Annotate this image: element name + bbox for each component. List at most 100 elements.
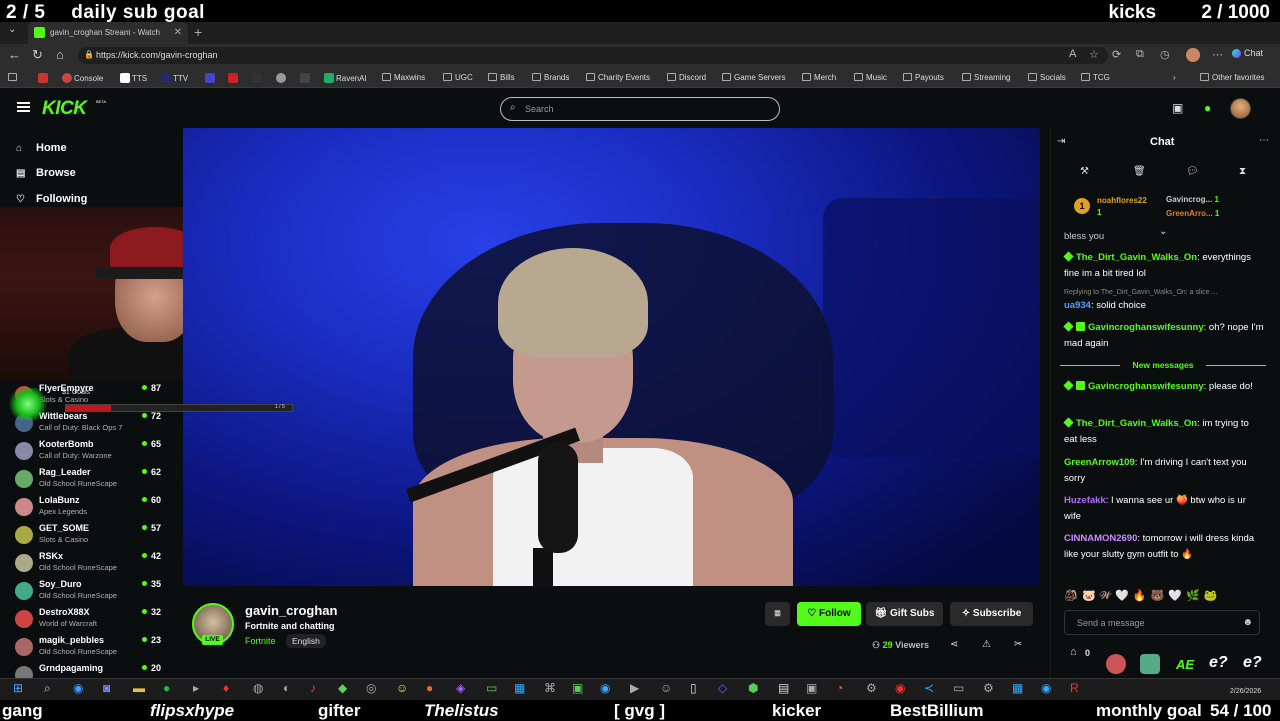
emoji-picker-icon[interactable]: ☻	[1242, 617, 1253, 628]
app-icon[interactable]: ☺	[396, 681, 408, 695]
chat-username[interactable]: CINNAMON2690	[1064, 533, 1137, 544]
chat-settings-icon[interactable]: ⋯	[1259, 135, 1269, 146]
chat-username[interactable]: Huzefakk	[1064, 495, 1106, 506]
app-icon[interactable]: ▣	[572, 681, 583, 695]
trash-icon[interactable]: 🗑︎	[1133, 166, 1146, 177]
clip-icon[interactable]: ✂	[1014, 639, 1022, 650]
new-messages-divider[interactable]: New messages	[1060, 360, 1266, 370]
top-gifter-1[interactable]: noahflores22	[1097, 196, 1147, 205]
browser-tab[interactable]: gavin_croghan Stream - Watch ✕	[28, 22, 188, 44]
terminal-icon[interactable]: ▭	[953, 681, 964, 695]
bookmark-screen-icon[interactable]	[8, 73, 20, 82]
stream-category-link[interactable]: Fortnite	[245, 636, 276, 646]
bookmark-game[interactable]	[252, 73, 264, 83]
bookmark-console[interactable]: Console	[62, 73, 103, 83]
profile-avatar[interactable]	[1186, 48, 1200, 62]
bookmark-other-favorites[interactable]: Other favorites	[1200, 73, 1264, 82]
sidebar-item-home[interactable]: ⌂ Home	[16, 142, 67, 154]
app-icon[interactable]: ◐	[283, 681, 290, 695]
chat-username[interactable]: Gavincroghanswifesunny	[1088, 322, 1204, 333]
app-icon[interactable]: ⬢	[748, 681, 758, 695]
app-icon[interactable]: ▸	[193, 681, 199, 695]
bookmark-r[interactable]	[300, 73, 312, 83]
chat-bubble-icon[interactable]: 💬︎	[1186, 166, 1199, 177]
bookmark-game-servers[interactable]: Game Servers	[722, 73, 786, 82]
share-icon[interactable]: ⋖	[950, 639, 958, 650]
top-gifter-3[interactable]: GreenArro... 1	[1166, 209, 1219, 218]
user-avatar[interactable]	[1230, 98, 1251, 119]
app-icon[interactable]: ▦	[514, 681, 525, 695]
app-icon[interactable]: ◉	[600, 681, 610, 695]
app-icon[interactable]: ▯	[690, 681, 697, 695]
bookmark-bills[interactable]: Bills	[488, 73, 515, 82]
app-icon[interactable]: ◈	[456, 681, 465, 695]
chat-username[interactable]: ua934	[1064, 300, 1091, 311]
chat-username[interactable]: The_Dirt_Gavin_Walks_On	[1076, 252, 1197, 263]
bookmark-brands[interactable]: Brands	[532, 73, 569, 82]
bookmark-music[interactable]: Music	[854, 73, 887, 82]
bookmark-discord[interactable]: Discord	[667, 73, 706, 82]
streamer-name[interactable]: gavin_croghan	[245, 603, 337, 618]
app-icon[interactable]: ▤	[778, 681, 789, 695]
app-icon[interactable]: ◆	[338, 681, 347, 695]
reload-icon[interactable]: ↻	[32, 47, 43, 63]
tab-list-icon[interactable]: ⌄	[8, 24, 16, 35]
app-icon[interactable]: ▦	[1012, 681, 1023, 695]
close-tab-icon[interactable]: ✕	[174, 27, 182, 38]
app-icon[interactable]: ♦	[223, 681, 229, 695]
app-icon[interactable]: ◔	[836, 681, 843, 695]
bookmark-charity-events[interactable]: Charity Events	[586, 73, 650, 82]
bookmark-gmail[interactable]	[38, 73, 50, 83]
timer-icon[interactable]: ⧗	[1239, 166, 1246, 177]
settings-icon[interactable]: ⚙	[983, 681, 994, 695]
app-icon[interactable]: ◇	[718, 681, 727, 695]
home-browser-icon[interactable]: ⌂	[56, 47, 64, 62]
sidebar-item-browse[interactable]: ▤ Browse	[16, 167, 76, 179]
channel-list-item[interactable]: DestroX88X World of Warcraft 32	[15, 607, 165, 635]
chat-username[interactable]: GreenArrow109	[1064, 457, 1135, 468]
chat-username[interactable]: The_Dirt_Gavin_Walks_On	[1076, 418, 1197, 429]
read-aloud-icon[interactable]: A	[1069, 48, 1076, 60]
app-icon[interactable]: ⌘	[544, 681, 556, 695]
channel-list-item[interactable]: magik_pebbles Old School RuneScape 23	[15, 635, 165, 663]
discord-icon[interactable]: ◙	[103, 681, 110, 695]
video-player[interactable]	[183, 128, 1040, 586]
app-icon[interactable]: ▭	[486, 681, 497, 695]
bookmark-ravenai[interactable]: RavenAI	[324, 73, 367, 83]
channel-list-item[interactable]: RSKx Old School RuneScape 42	[15, 551, 165, 579]
taskbar-search-icon[interactable]: ⌕	[44, 681, 51, 696]
windows-start-icon[interactable]: ⊞	[13, 681, 23, 695]
gift-subs-button[interactable]: 🎁︎ Gift Subs	[866, 602, 943, 626]
refresh-extension-icon[interactable]: ⟳	[1112, 48, 1121, 61]
chat-username[interactable]: Gavincroghanswifesunny	[1088, 381, 1204, 392]
kick-logo[interactable]: KICK	[42, 98, 87, 120]
follow-button[interactable]: ♡ Follow	[797, 602, 861, 626]
channel-list-item[interactable]: LolaBunz Apex Legends 60	[15, 495, 165, 523]
favorite-star-icon[interactable]: ☆	[1089, 48, 1099, 61]
bookmark-socials[interactable]: Socials	[1028, 73, 1066, 82]
back-icon[interactable]: ←	[8, 47, 21, 62]
bookmark-ugc[interactable]: UGC	[443, 73, 473, 82]
steam-icon[interactable]: ◎	[366, 681, 376, 695]
app-icon[interactable]: ●	[426, 681, 433, 695]
emote-quick-bar[interactable]: 🎒︎🐷𝓦🤍🔥🐻🤍🌿🐸	[1064, 589, 1221, 603]
moderation-hammer-icon[interactable]: ⚒	[1080, 166, 1089, 177]
channel-list-item[interactable]: GET_SOME Slots & Casino 57	[15, 523, 165, 551]
extensions-icon[interactable]: ⧉	[1136, 48, 1144, 61]
new-tab-icon[interactable]: +	[194, 24, 202, 40]
address-bar[interactable]: 🔒 https://kick.com/gavin-croghan	[78, 47, 1108, 64]
app-icon[interactable]: ◍	[253, 681, 263, 695]
kick-points-icon[interactable]: ⌂	[1070, 646, 1077, 658]
subscribe-button[interactable]: ✧ Subscribe	[950, 602, 1033, 626]
bookmark-ttv[interactable]: TTV	[161, 73, 188, 83]
bookmark-payouts[interactable]: Payouts	[903, 73, 944, 82]
history-icon[interactable]: ◷	[1160, 48, 1170, 61]
app-icon[interactable]: ☺	[660, 681, 672, 695]
bookmark-streaming[interactable]: Streaming	[962, 73, 1010, 82]
app-icon[interactable]: R	[1070, 681, 1079, 695]
more-menu-icon[interactable]: ⋯	[1212, 48, 1223, 61]
file-explorer-icon[interactable]: ▬	[133, 681, 145, 695]
bookmark-maxwins[interactable]: Maxwins	[382, 73, 425, 82]
sidebar-item-following[interactable]: ♡ Following	[16, 193, 87, 205]
app-icon[interactable]: ▣	[806, 681, 817, 695]
